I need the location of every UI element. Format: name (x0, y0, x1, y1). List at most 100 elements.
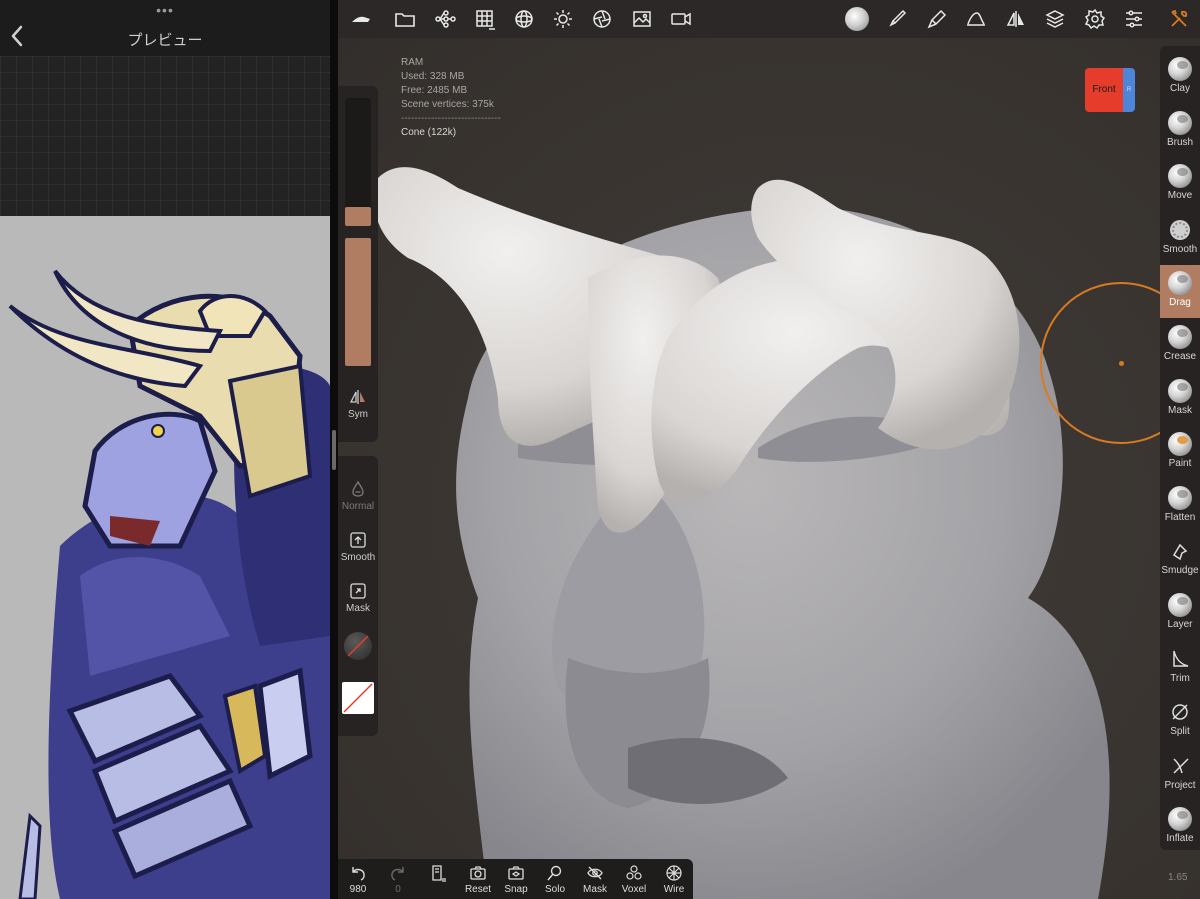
tool-split[interactable]: Split (1160, 694, 1200, 747)
normal-label: Normal (341, 501, 375, 512)
tool-move[interactable]: Move (1160, 158, 1200, 211)
split-icon (1168, 700, 1192, 724)
sculpt-tools-bar: Clay Brush Move Smooth Drag Crease Mask Paint Fl… (1160, 46, 1200, 850)
tool-smooth[interactable]: Smooth (1160, 212, 1200, 265)
reset-camera-button[interactable]: Reset (458, 864, 498, 895)
smooth-shift-icon (349, 531, 367, 549)
stroke-mode-panel: Normal Smooth Mask (338, 456, 378, 736)
mask-label: Mask (346, 603, 370, 614)
sculpt-viewport[interactable] (338, 38, 1200, 899)
top-toolbar (338, 0, 1200, 38)
undo-count: 980 (349, 884, 367, 895)
snap-label: Snap (504, 884, 528, 895)
app-version: 1.65 (1168, 872, 1188, 883)
symmetry-icon[interactable] (1005, 8, 1027, 30)
gizmo-front-face[interactable]: Front (1085, 68, 1123, 112)
video-record-icon[interactable] (670, 8, 692, 30)
tool-label: Project (1164, 779, 1196, 791)
mask-square-icon (349, 582, 367, 600)
undo-button[interactable]: 980 (338, 864, 378, 895)
preview-grid (0, 56, 330, 216)
split-view-divider[interactable] (330, 0, 338, 899)
ram-free: Free: 2485 MB (401, 85, 468, 96)
camera-aperture-icon[interactable] (591, 8, 613, 30)
brush-slider-panel: Sym (338, 86, 378, 442)
tool-drag[interactable]: Drag (1160, 265, 1200, 319)
material-color-swatch[interactable] (344, 632, 372, 660)
solo-button[interactable]: Solo (535, 864, 575, 895)
camera-reset-icon (469, 864, 487, 882)
redo-button[interactable]: 0 (378, 864, 418, 895)
tool-inflate[interactable]: Inflate (1160, 801, 1200, 854)
topology-grid-icon[interactable] (474, 8, 496, 30)
intensity-slider[interactable] (345, 238, 371, 366)
sculpt-app: RAM Used: 328 MB Free: 2485 MB Scene ver… (338, 0, 1200, 899)
tool-layer[interactable]: Layer (1160, 587, 1200, 640)
normal-mode-button[interactable]: Normal (338, 480, 378, 512)
snap-button[interactable]: Snap (496, 864, 536, 895)
intensity-slider-fill (345, 238, 371, 366)
gizmo-right-face[interactable]: R (1123, 68, 1135, 112)
tools-wrench-icon[interactable] (1168, 8, 1190, 30)
ram-used: Used: 328 MB (401, 71, 465, 82)
background-image-icon[interactable] (631, 8, 653, 30)
tool-label: Crease (1163, 351, 1197, 362)
voxel-button[interactable]: Voxel (614, 864, 654, 895)
mask-mode-button[interactable]: Mask (338, 582, 378, 614)
tool-label: Smudge (1161, 565, 1199, 577)
radius-slider[interactable] (345, 98, 371, 226)
tool-brush[interactable]: Brush (1160, 105, 1200, 158)
material-sphere-icon[interactable] (513, 8, 535, 30)
stroke-settings-icon[interactable] (926, 8, 948, 30)
smooth-icon (1168, 218, 1192, 242)
tool-mask[interactable]: Mask (1160, 373, 1200, 426)
layers-icon[interactable] (1044, 8, 1066, 30)
mask-visibility-button[interactable]: Mask (575, 864, 615, 895)
tool-clay[interactable]: Clay (1160, 51, 1200, 104)
divider-handle[interactable] (332, 430, 336, 470)
paint-color-swatch[interactable] (342, 682, 374, 714)
view-cube-gizmo[interactable]: Front R (1085, 68, 1137, 112)
tool-project[interactable]: Project (1160, 748, 1200, 801)
tool-trim[interactable]: Trim (1160, 641, 1200, 694)
tool-label: Smooth (1162, 243, 1198, 255)
folder-icon[interactable] (394, 8, 416, 30)
smooth-mode-button[interactable]: Smooth (338, 531, 378, 563)
magnifier-icon (546, 864, 564, 882)
falloff-curve-icon[interactable] (965, 8, 987, 30)
layer-icon (1168, 593, 1192, 617)
project-icon (1168, 754, 1192, 778)
tool-flatten[interactable]: Flatten (1160, 480, 1200, 533)
wireframe-button[interactable]: Wire (654, 864, 694, 895)
tool-label: Mask (1168, 404, 1192, 416)
ram-label: RAM (401, 57, 424, 68)
scene-tree-icon[interactable] (434, 8, 456, 30)
tool-label: Inflate (1166, 833, 1194, 845)
reference-artwork (0, 216, 330, 899)
voxel-cubes-icon (625, 864, 643, 882)
sym-button[interactable]: Sym (338, 388, 378, 420)
settings-gear-icon[interactable] (1084, 8, 1106, 30)
matcap-sphere-icon[interactable] (845, 7, 869, 31)
history-button[interactable] (418, 864, 458, 884)
crease-icon (1168, 325, 1192, 349)
tool-smudge[interactable]: Smudge (1160, 533, 1200, 586)
paint-brush-icon[interactable] (886, 8, 908, 30)
drag-icon (1168, 271, 1192, 296)
multitask-handle[interactable]: ••• (0, 2, 330, 18)
trim-icon (1168, 647, 1192, 671)
redo-icon (389, 864, 407, 882)
flatten-icon (1168, 485, 1192, 510)
tool-paint[interactable]: Paint (1160, 426, 1200, 479)
tool-label: Trim (1170, 672, 1190, 684)
tool-crease[interactable]: Crease (1160, 319, 1200, 372)
drop-icon (349, 480, 367, 498)
nomad-logo-icon[interactable] (350, 8, 372, 30)
mask-bottom-label: Mask (583, 884, 607, 895)
paint-icon (1168, 432, 1192, 457)
light-sun-icon[interactable] (552, 8, 574, 30)
preview-title: プレビュー (127, 31, 203, 49)
eye-off-icon (586, 864, 604, 882)
wireframe-sphere-icon (665, 864, 683, 882)
sliders-icon[interactable] (1123, 8, 1145, 30)
